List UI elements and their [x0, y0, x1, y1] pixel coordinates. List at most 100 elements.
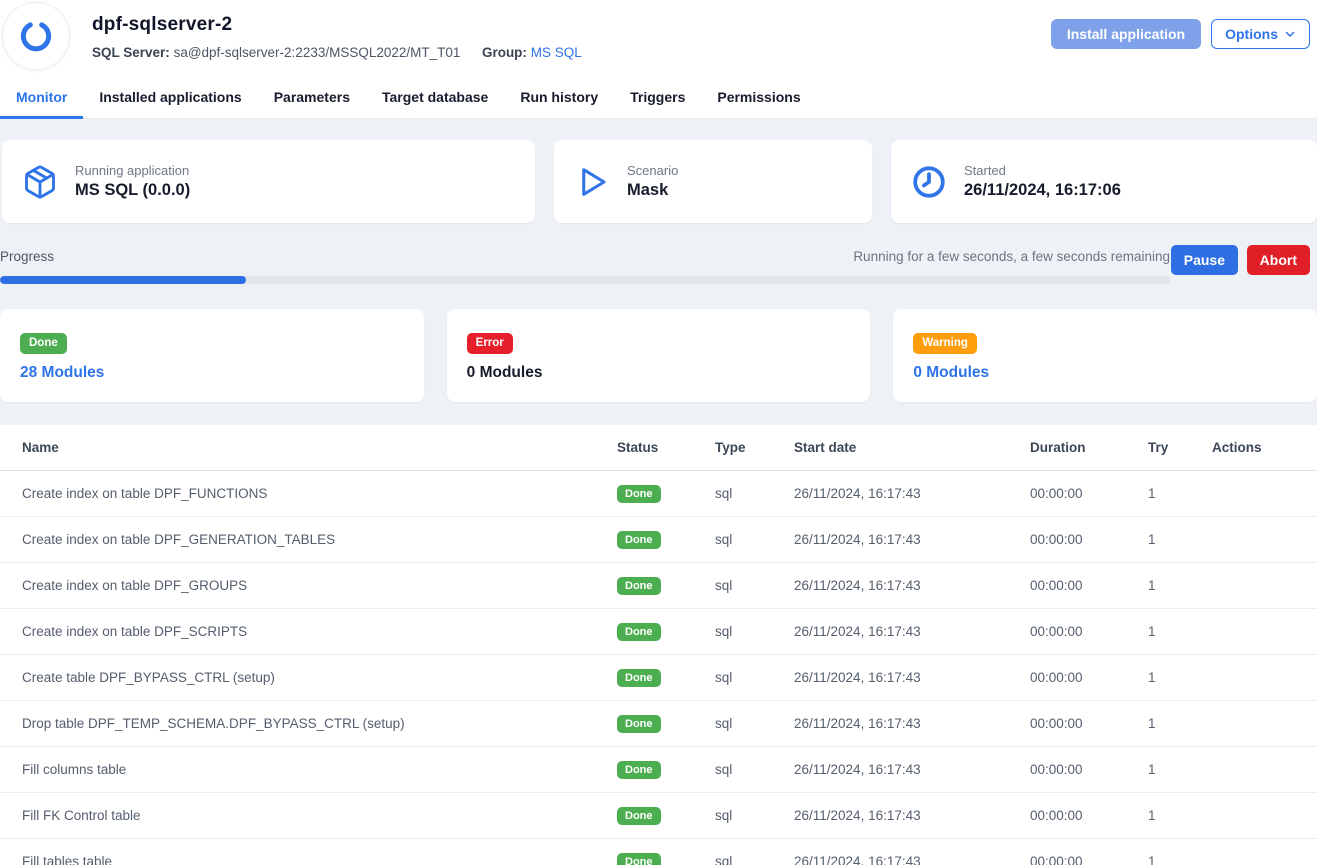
install-application-button[interactable]: Install application — [1051, 19, 1201, 49]
progress-bar — [0, 276, 1170, 284]
row-start-date: 26/11/2024, 16:17:43 — [794, 563, 1030, 609]
table-row[interactable]: Create index on table DPF_FUNCTIONS Done… — [0, 471, 1317, 517]
table-header-row: Name Status Type Start date Duration Try… — [0, 425, 1317, 471]
row-status: Done — [617, 471, 715, 517]
column-header-duration: Duration — [1030, 425, 1148, 471]
done-modules-card: Done 28 Modules — [0, 309, 424, 402]
row-try: 1 — [1148, 609, 1212, 655]
tab-bar: Monitor Installed applications Parameter… — [0, 78, 1317, 119]
row-status-badge: Done — [617, 715, 661, 733]
row-try: 1 — [1148, 471, 1212, 517]
group-link[interactable]: MS SQL — [531, 45, 582, 60]
row-actions — [1212, 609, 1317, 655]
row-type: sql — [715, 655, 794, 701]
tab-triggers[interactable]: Triggers — [614, 78, 701, 118]
table-row[interactable]: Fill FK Control table Done sql 26/11/202… — [0, 793, 1317, 839]
modules-table: Name Status Type Start date Duration Try… — [0, 425, 1317, 865]
row-status-badge: Done — [617, 669, 661, 687]
table-row[interactable]: Fill columns table Done sql 26/11/2024, … — [0, 747, 1317, 793]
table-row[interactable]: Create index on table DPF_SCRIPTS Done s… — [0, 609, 1317, 655]
row-start-date: 26/11/2024, 16:17:43 — [794, 517, 1030, 563]
done-modules-link[interactable]: 28 Modules — [20, 364, 404, 382]
clock-icon — [911, 164, 947, 200]
row-type: sql — [715, 471, 794, 517]
started-value: 26/11/2024, 16:17:06 — [964, 181, 1121, 200]
row-duration: 00:00:00 — [1030, 747, 1148, 793]
row-type: sql — [715, 747, 794, 793]
table-row[interactable]: Drop table DPF_TEMP_SCHEMA.DPF_BYPASS_CT… — [0, 701, 1317, 747]
row-status: Done — [617, 793, 715, 839]
tab-permissions[interactable]: Permissions — [701, 78, 816, 118]
running-application-card: Running application MS SQL (0.0.0) — [2, 140, 535, 223]
row-status-badge: Done — [617, 623, 661, 641]
row-try: 1 — [1148, 747, 1212, 793]
row-status: Done — [617, 655, 715, 701]
abort-button[interactable]: Abort — [1247, 245, 1310, 275]
column-header-status: Status — [617, 425, 715, 471]
scenario-card: Scenario Mask — [554, 140, 872, 223]
column-header-start-date: Start date — [794, 425, 1030, 471]
error-modules-count: 0 Modules — [467, 364, 851, 382]
table-row[interactable]: Fill tables table Done sql 26/11/2024, 1… — [0, 839, 1317, 865]
row-name: Fill columns table — [0, 747, 617, 793]
row-actions — [1212, 517, 1317, 563]
tab-installed-applications[interactable]: Installed applications — [83, 78, 257, 118]
tab-monitor[interactable]: Monitor — [0, 78, 83, 118]
row-name: Create index on table DPF_SCRIPTS — [0, 609, 617, 655]
pause-button[interactable]: Pause — [1171, 245, 1238, 275]
row-try: 1 — [1148, 655, 1212, 701]
table-row[interactable]: Create index on table DPF_GENERATION_TAB… — [0, 517, 1317, 563]
started-label: Started — [964, 163, 1121, 178]
row-type: sql — [715, 793, 794, 839]
row-start-date: 26/11/2024, 16:17:43 — [794, 701, 1030, 747]
row-name: Fill tables table — [0, 839, 617, 865]
row-duration: 00:00:00 — [1030, 793, 1148, 839]
row-try: 1 — [1148, 839, 1212, 865]
row-name: Create table DPF_BYPASS_CTRL (setup) — [0, 655, 617, 701]
row-name: Create index on table DPF_GENERATION_TAB… — [0, 517, 617, 563]
tab-target-database[interactable]: Target database — [366, 78, 504, 118]
row-start-date: 26/11/2024, 16:17:43 — [794, 747, 1030, 793]
table-row[interactable]: Create table DPF_BYPASS_CTRL (setup) Don… — [0, 655, 1317, 701]
row-duration: 00:00:00 — [1030, 609, 1148, 655]
progress-section: Progress Running for a few seconds, a fe… — [0, 249, 1317, 285]
row-status-badge: Done — [617, 577, 661, 595]
row-status-badge: Done — [617, 531, 661, 549]
warning-modules-card: Warning 0 Modules — [893, 309, 1317, 402]
chevron-down-icon — [1284, 28, 1296, 40]
server-value: sa@dpf-sqlserver-2:2233/MSSQL2022/MT_T01 — [174, 45, 461, 60]
monitor-content: Running application MS SQL (0.0.0) Scena… — [0, 140, 1317, 865]
row-name: Create index on table DPF_GROUPS — [0, 563, 617, 609]
row-start-date: 26/11/2024, 16:17:43 — [794, 609, 1030, 655]
spinner-icon — [16, 16, 56, 56]
error-modules-card: Error 0 Modules — [447, 309, 871, 402]
column-header-type: Type — [715, 425, 794, 471]
package-icon — [22, 164, 58, 200]
row-actions — [1212, 471, 1317, 517]
row-status: Done — [617, 609, 715, 655]
tab-run-history[interactable]: Run history — [504, 78, 614, 118]
row-start-date: 26/11/2024, 16:17:43 — [794, 793, 1030, 839]
row-type: sql — [715, 839, 794, 865]
row-actions — [1212, 839, 1317, 865]
row-name: Fill FK Control table — [0, 793, 617, 839]
page-header: dpf-sqlserver-2 SQL Server: sa@dpf-sqlse… — [0, 0, 1317, 119]
scenario-value: Mask — [627, 181, 678, 200]
row-actions — [1212, 747, 1317, 793]
row-duration: 00:00:00 — [1030, 517, 1148, 563]
row-status: Done — [617, 839, 715, 865]
options-button-label: Options — [1225, 26, 1278, 42]
row-name: Drop table DPF_TEMP_SCHEMA.DPF_BYPASS_CT… — [0, 701, 617, 747]
row-try: 1 — [1148, 793, 1212, 839]
row-duration: 00:00:00 — [1030, 655, 1148, 701]
row-status: Done — [617, 517, 715, 563]
options-button[interactable]: Options — [1211, 19, 1310, 49]
row-type: sql — [715, 701, 794, 747]
warning-modules-link[interactable]: 0 Modules — [913, 364, 1297, 382]
table-row[interactable]: Create index on table DPF_GROUPS Done sq… — [0, 563, 1317, 609]
started-card: Started 26/11/2024, 16:17:06 — [891, 140, 1317, 223]
row-name: Create index on table DPF_FUNCTIONS — [0, 471, 617, 517]
running-application-label: Running application — [75, 163, 190, 178]
row-try: 1 — [1148, 701, 1212, 747]
tab-parameters[interactable]: Parameters — [258, 78, 366, 118]
